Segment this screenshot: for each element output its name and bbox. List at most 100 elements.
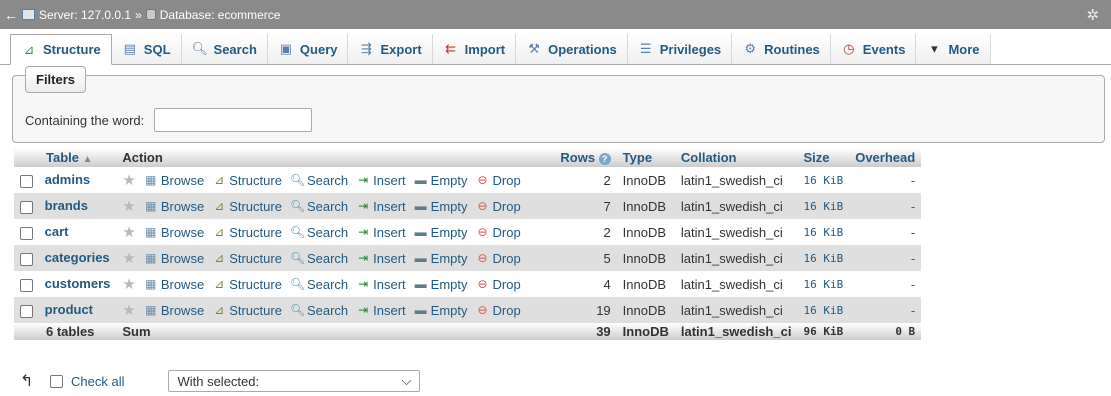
table-size[interactable]: 16 KiB <box>797 193 850 219</box>
column-rows-label[interactable]: Rows <box>560 150 595 165</box>
drop-action[interactable]: ⊖ Drop <box>476 277 520 292</box>
browse-action[interactable]: ▦ Browse <box>144 303 204 318</box>
gear-icon[interactable]: ✲ <box>1086 6 1099 24</box>
search-action[interactable]: 🔍︎ Search <box>290 173 348 188</box>
row-checkbox[interactable] <box>20 174 33 188</box>
browse-action[interactable]: ▦ Browse <box>144 199 204 214</box>
column-rows[interactable]: Rows ? <box>554 148 617 167</box>
table-size[interactable]: 16 KiB <box>797 245 850 271</box>
empty-action[interactable]: ▬ Empty <box>414 225 468 240</box>
column-type-label[interactable]: Type <box>623 150 652 165</box>
search-action[interactable]: 🔍︎ Search <box>290 199 348 214</box>
empty-action[interactable]: ▬ Empty <box>414 277 468 292</box>
tab-label: Search <box>213 41 257 57</box>
table-size[interactable]: 16 KiB <box>797 271 850 297</box>
check-all[interactable]: Check all <box>50 374 124 389</box>
table-row: categories ★ ▦ Browse ⊿ Structure 🔍︎ Sea… <box>14 245 922 271</box>
tab-events[interactable]: ◷ Events <box>830 34 917 64</box>
with-selected-select[interactable]: With selected: ⌵ <box>168 370 421 392</box>
table-size[interactable]: 16 KiB <box>797 167 850 193</box>
tab-search[interactable]: 🔍︎ Search <box>181 34 268 64</box>
table-size[interactable]: 16 KiB <box>797 219 850 245</box>
search-icon: 🔍︎ <box>289 277 306 291</box>
row-checkbox[interactable] <box>20 304 33 318</box>
empty-action[interactable]: ▬ Empty <box>414 173 468 188</box>
browse-icon: ▦ <box>145 173 157 187</box>
drop-action[interactable]: ⊖ Drop <box>476 199 520 214</box>
structure-action[interactable]: ⊿ Structure <box>212 225 282 240</box>
table-size[interactable]: 16 KiB <box>797 297 850 323</box>
breadcrumb-database[interactable]: Database: ecommerce <box>160 8 281 22</box>
column-collation[interactable]: Collation <box>674 148 798 167</box>
tab-routines[interactable]: ⚙ Routines <box>732 34 831 64</box>
column-collation-label[interactable]: Collation <box>681 150 737 165</box>
breadcrumb-server[interactable]: Server: 127.0.0.1 <box>39 8 131 22</box>
filter-input[interactable] <box>154 108 313 132</box>
overhead: - <box>849 271 922 297</box>
empty-action[interactable]: ▬ Empty <box>414 199 468 214</box>
insert-action[interactable]: ⇥ Insert <box>356 303 406 318</box>
structure-action[interactable]: ⊿ Structure <box>212 173 282 188</box>
tab-import[interactable]: ⇇ Import <box>432 34 517 64</box>
tab-operations[interactable]: ⚒ Operations <box>516 34 628 64</box>
browse-action[interactable]: ▦ Browse <box>144 173 204 188</box>
browse-action[interactable]: ▦ Browse <box>144 225 204 240</box>
structure-action[interactable]: ⊿ Structure <box>212 199 282 214</box>
favorite-star-icon[interactable]: ★ <box>122 249 135 267</box>
search-action[interactable]: 🔍︎ Search <box>290 251 348 266</box>
table-name-link[interactable]: customers <box>45 276 111 291</box>
row-checkbox[interactable] <box>20 200 33 214</box>
column-size-label[interactable]: Size <box>803 150 829 165</box>
table-name-link[interactable]: product <box>45 302 93 317</box>
row-checkbox[interactable] <box>20 226 33 240</box>
structure-action[interactable]: ⊿ Structure <box>212 277 282 292</box>
check-all-checkbox[interactable] <box>50 374 63 388</box>
tab-privileges[interactable]: ☰ Privileges <box>627 34 733 64</box>
drop-action[interactable]: ⊖ Drop <box>476 303 520 318</box>
check-all-label[interactable]: Check all <box>71 374 124 389</box>
insert-action[interactable]: ⇥ Insert <box>356 225 406 240</box>
row-checkbox[interactable] <box>20 252 33 266</box>
tab-query[interactable]: ▣ Query <box>267 34 349 64</box>
column-size[interactable]: Size <box>797 148 850 167</box>
help-icon[interactable]: ? <box>598 153 611 165</box>
insert-action[interactable]: ⇥ Insert <box>356 251 406 266</box>
tab-structure[interactable]: ⊿ Structure <box>10 34 112 65</box>
browse-action[interactable]: ▦ Browse <box>144 251 204 266</box>
structure-action[interactable]: ⊿ Structure <box>212 303 282 318</box>
favorite-star-icon[interactable]: ★ <box>122 223 135 241</box>
column-table[interactable]: Table ▲ <box>14 148 117 167</box>
table-row: product ★ ▦ Browse ⊿ Structure 🔍︎ Search… <box>14 297 922 323</box>
table-name-link[interactable]: categories <box>45 250 110 265</box>
favorite-star-icon[interactable]: ★ <box>122 197 135 215</box>
column-overhead-label[interactable]: Overhead <box>855 150 915 165</box>
insert-action[interactable]: ⇥ Insert <box>356 199 406 214</box>
tab-more[interactable]: ▾ More <box>916 34 991 64</box>
back-arrow-icon[interactable]: ← <box>0 7 22 23</box>
favorite-star-icon[interactable]: ★ <box>122 301 135 319</box>
drop-action[interactable]: ⊖ Drop <box>476 173 520 188</box>
tab-sql[interactable]: ▤ SQL <box>111 34 182 64</box>
column-table-label[interactable]: Table <box>46 150 79 165</box>
favorite-star-icon[interactable]: ★ <box>122 275 135 293</box>
table-name-link[interactable]: brands <box>45 198 88 213</box>
table-name-link[interactable]: admins <box>45 172 91 187</box>
search-action[interactable]: 🔍︎ Search <box>290 303 348 318</box>
favorite-star-icon[interactable]: ★ <box>122 171 135 189</box>
overhead: - <box>849 167 922 193</box>
structure-action[interactable]: ⊿ Structure <box>212 251 282 266</box>
empty-action[interactable]: ▬ Empty <box>414 251 468 266</box>
tab-export[interactable]: ⇶ Export <box>348 34 433 64</box>
column-overhead[interactable]: Overhead <box>849 148 922 167</box>
column-type[interactable]: Type <box>616 148 675 167</box>
insert-action[interactable]: ⇥ Insert <box>356 173 406 188</box>
browse-action[interactable]: ▦ Browse <box>144 277 204 292</box>
insert-action[interactable]: ⇥ Insert <box>356 277 406 292</box>
search-action[interactable]: 🔍︎ Search <box>290 277 348 292</box>
table-name-link[interactable]: cart <box>45 224 69 239</box>
empty-action[interactable]: ▬ Empty <box>414 303 468 318</box>
search-action[interactable]: 🔍︎ Search <box>290 225 348 240</box>
row-checkbox[interactable] <box>20 278 33 292</box>
drop-action[interactable]: ⊖ Drop <box>476 225 520 240</box>
drop-action[interactable]: ⊖ Drop <box>476 251 520 266</box>
